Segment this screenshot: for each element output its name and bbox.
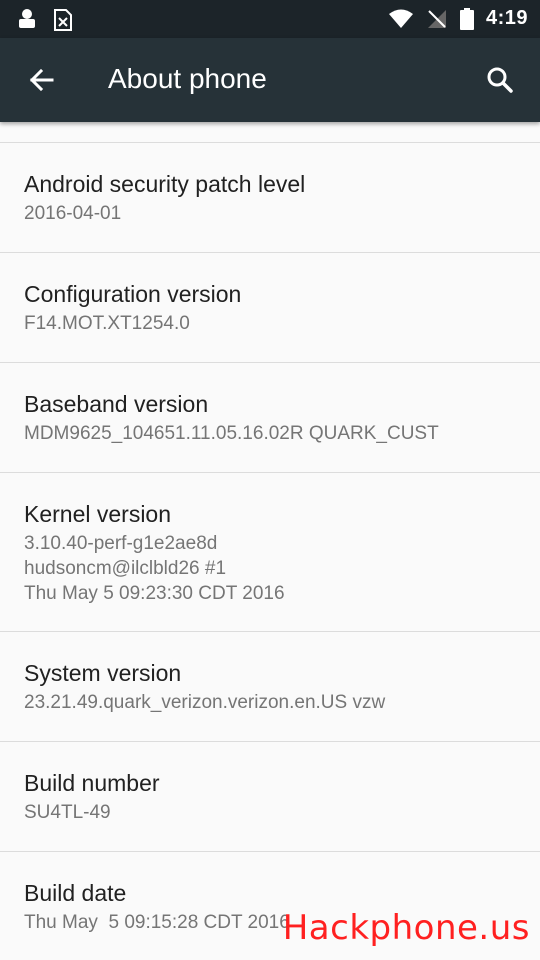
item-title: Build number <box>24 770 160 796</box>
item-value: 2016-04-01 <box>24 203 122 224</box>
status-bar-system: 4:19 <box>388 7 528 30</box>
list-item-kernel-version[interactable]: Kernel version 3.10.40-perf-g1e2ae8d hud… <box>0 473 540 632</box>
item-title: Baseband version <box>24 391 209 417</box>
list-item-security-patch[interactable]: Android security patch level 2016-04-01 <box>0 143 540 253</box>
item-value: SU4TL-49 <box>24 802 111 823</box>
list-item-configuration-version[interactable]: Configuration version F14.MOT.XT1254.0 <box>0 253 540 363</box>
search-button[interactable] <box>480 60 520 100</box>
settings-list: Android security patch level 2016-04-01 … <box>0 122 540 960</box>
battery-icon <box>459 7 474 30</box>
search-icon <box>487 67 513 93</box>
item-title: System version <box>24 660 182 686</box>
sim-error-icon <box>54 9 72 31</box>
list-item-baseband-version[interactable]: Baseband version MDM9625_104651.11.05.16… <box>0 363 540 473</box>
item-value: 23.21.49.quark_verizon.verizon.en.US vzw <box>24 692 386 713</box>
watermark-text: Hackphone.us <box>282 908 530 948</box>
item-value: 3.10.40-perf-g1e2ae8d <box>24 533 218 554</box>
item-title: Configuration version <box>24 281 242 307</box>
page-title: About phone <box>108 63 267 94</box>
item-value: F14.MOT.XT1254.0 <box>24 313 190 334</box>
item-value: hudsoncm@ilclbld26 #1 <box>24 558 227 579</box>
back-button[interactable] <box>22 60 62 100</box>
item-title: Build date <box>24 880 127 906</box>
item-value: Thu May 5 09:23:30 CDT 2016 <box>24 583 285 604</box>
android-notification-icon <box>19 9 35 28</box>
list-item-build-number[interactable]: Build number SU4TL-49 <box>0 742 540 852</box>
status-bar-notifications <box>16 8 74 32</box>
status-bar: 4:19 <box>0 0 540 38</box>
arrow-back-icon <box>29 68 54 92</box>
app-toolbar: About phone <box>0 38 540 122</box>
list-item-system-version[interactable]: System version 23.21.49.quark_verizon.ve… <box>0 632 540 742</box>
item-title: Kernel version <box>24 501 172 527</box>
status-time: 4:19 <box>485 7 528 29</box>
wifi-icon <box>388 9 413 28</box>
no-signal-icon <box>427 9 446 28</box>
item-title: Android security patch level <box>24 171 306 197</box>
item-value: Thu May 5 09:15:28 CDT 2016 <box>24 912 290 933</box>
item-value: MDM9625_104651.11.05.16.02R QUARK_CUST <box>24 423 439 444</box>
